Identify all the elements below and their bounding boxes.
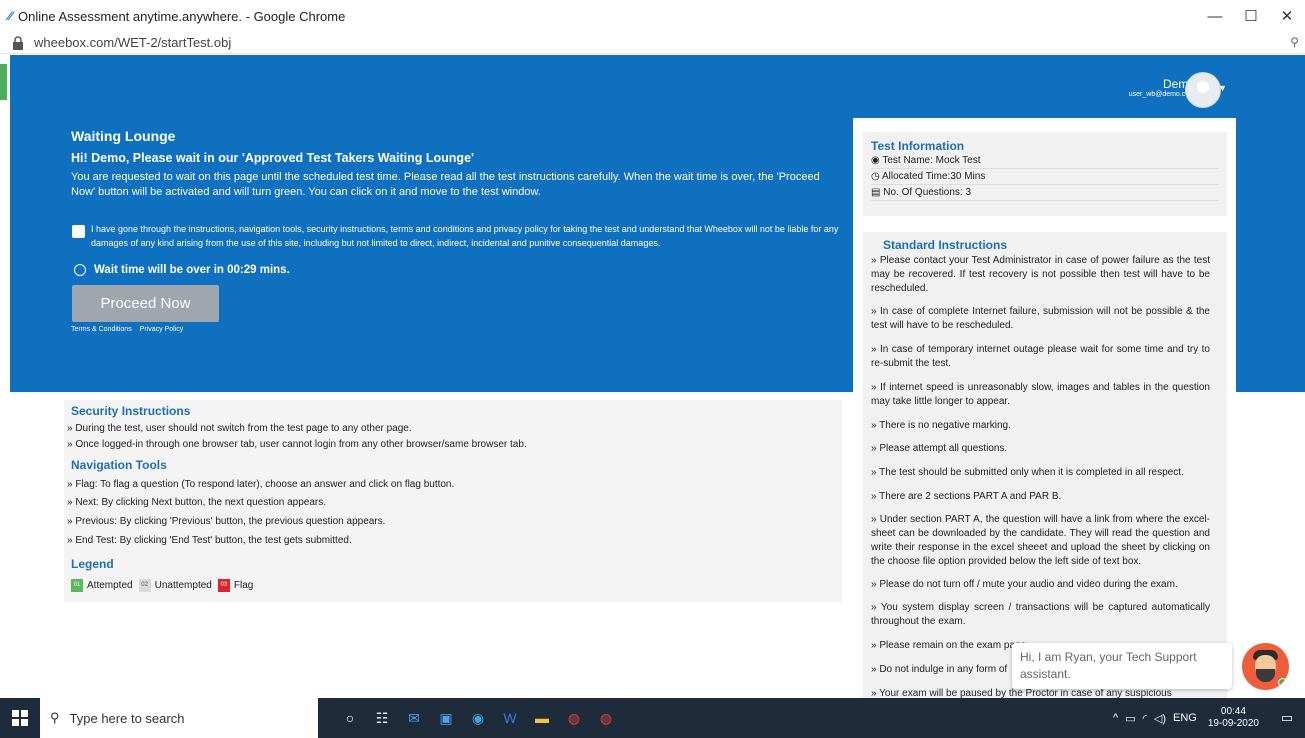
allocated-time: ◷ Allocated Time:30 Mins xyxy=(871,171,1219,185)
taskbar-apps: ○ ☷ ✉ ▣ ◉ W ▬ ◍ ◍ xyxy=(334,698,622,738)
clock-time: 00:44 xyxy=(1220,706,1246,717)
url-text[interactable]: wheebox.com/WET-2/startTest.obj xyxy=(34,35,231,50)
address-bar[interactable]: wheebox.com/WET-2/startTest.obj ⚲ xyxy=(0,32,1305,54)
minimize-button[interactable]: — xyxy=(1197,0,1233,32)
wifi-icon[interactable]: ◜ xyxy=(1143,712,1147,725)
window-title: Online Assessment anytime.anywhere. - Go… xyxy=(18,8,346,24)
instruction-item: » There is no negative marking. xyxy=(871,420,1011,431)
word-icon[interactable]: W xyxy=(494,698,526,738)
file-explorer-icon[interactable]: ▬ xyxy=(526,698,558,738)
clock-icon xyxy=(74,264,86,276)
document-icon: ▤ xyxy=(871,187,884,198)
navigation-item: » Next: By clicking Next button, the nex… xyxy=(67,497,327,508)
privacy-link[interactable]: Privacy Policy xyxy=(140,326,184,333)
taskbar-clock[interactable]: 00:44 19-09-2020 xyxy=(1208,706,1259,730)
legend-label: Attempted xyxy=(87,580,133,591)
search-icon: ⚲ xyxy=(50,710,60,725)
proceed-now-button[interactable]: Proceed Now xyxy=(72,285,219,322)
instruction-item: » You system display screen / transactio… xyxy=(871,602,1210,627)
notification-icon[interactable]: ▭ xyxy=(1269,710,1305,726)
taskbar-search[interactable]: ⚲ Type here to search xyxy=(40,698,318,738)
navigation-item: » End Test: By clicking 'End Test' butto… xyxy=(67,535,352,546)
store-icon[interactable]: ▣ xyxy=(430,698,462,738)
navigation-item: » Flag: To flag a question (To respond l… xyxy=(67,479,455,490)
chevron-up-icon[interactable]: ^ xyxy=(1113,712,1118,724)
test-name: ◉ Test Name: Mock Test xyxy=(871,155,1219,169)
security-item: » Once logged-in through one browser tab… xyxy=(67,439,527,450)
navigation-title: Navigation Tools xyxy=(71,458,167,472)
system-tray: ^ ▭ ◜ ◁) ENG 00:44 19-09-2020 ▭ xyxy=(1113,698,1305,738)
page-content: Demo user_wb@demo.com ▼ Waiting Lounge H… xyxy=(0,55,1305,698)
instructions-panel: Security Instructions » During the test,… xyxy=(64,400,842,602)
instruction-item: » Please contact your Test Administrator… xyxy=(871,255,1210,294)
wait-timer-text: Wait time will be over in 00:29 mins. xyxy=(94,264,290,276)
windows-start-icon[interactable] xyxy=(0,698,40,738)
wait-message: You are requested to wait on this page u… xyxy=(71,171,820,198)
chrome-icon[interactable]: ◍ xyxy=(558,698,590,738)
window-controls: — ☐ ✕ xyxy=(1197,0,1305,32)
standard-instructions-title: Standard Instructions xyxy=(883,238,1008,252)
search-placeholder: Type here to search xyxy=(69,710,185,726)
navigation-item: » Previous: By clicking 'Previous' butto… xyxy=(67,516,386,527)
zoom-icon[interactable]: ⚲ xyxy=(1290,35,1299,49)
language-indicator[interactable]: ENG xyxy=(1173,712,1197,724)
terms-link[interactable]: Terms & Conditions xyxy=(71,326,132,333)
instruction-item: » There are 2 sections PART A and PAR B. xyxy=(871,491,1062,502)
legend: 01 Attempted 02 Unattempted 03 Flag xyxy=(71,579,259,592)
legend-badge-unattempted: 02 xyxy=(138,579,151,592)
security-title: Security Instructions xyxy=(71,404,191,418)
support-bot-avatar[interactable] xyxy=(1242,643,1289,690)
agreement-checkbox[interactable] xyxy=(72,225,85,238)
chat-bubble[interactable]: Hi, I am Ryan, your Tech Support assista… xyxy=(1012,643,1232,689)
instruction-item: » In case of temporary internet outage p… xyxy=(871,344,1210,369)
instruction-item: » Under section PART A, the question wil… xyxy=(871,514,1210,567)
cortana-icon[interactable]: ○ xyxy=(334,698,366,738)
radio-icon: ◉ xyxy=(871,155,883,166)
side-indicator xyxy=(0,64,7,100)
window-titlebar: ⁄⁄ Online Assessment anytime.anywhere. -… xyxy=(0,0,1305,32)
legend-title: Legend xyxy=(71,557,114,571)
chevron-down-icon[interactable]: ▼ xyxy=(1218,83,1227,93)
mail-icon[interactable]: ✉ xyxy=(398,698,430,738)
page-title: Waiting Lounge xyxy=(71,128,176,144)
footer-links: Terms & Conditions Privacy Policy xyxy=(71,326,189,333)
question-count: ▤ No. Of Questions: 3 xyxy=(871,187,1219,201)
clock-icon: ◷ xyxy=(871,171,882,182)
legend-badge-flag: 03 xyxy=(217,579,230,592)
instruction-item: » If internet speed is unreasonably slow… xyxy=(871,382,1210,407)
online-status-icon xyxy=(1278,678,1287,687)
volume-icon[interactable]: ◁) xyxy=(1154,712,1166,725)
wait-timer: Wait time will be over in 00:29 mins. xyxy=(74,264,290,276)
instruction-item: » Please attempt all questions. xyxy=(871,443,1008,454)
legend-badge-attempted: 01 xyxy=(71,579,83,592)
bot-beard xyxy=(1256,669,1275,682)
maximize-button[interactable]: ☐ xyxy=(1233,0,1269,32)
app-logo-icon: ⁄⁄ xyxy=(8,9,13,23)
edge-icon[interactable]: ◉ xyxy=(462,698,494,738)
taskbar: ⚲ Type here to search ○ ☷ ✉ ▣ ◉ W ▬ ◍ ◍ … xyxy=(0,698,1305,738)
instruction-item: » In case of complete Internet failure, … xyxy=(871,306,1210,331)
standard-instructions-panel[interactable]: Standard Instructions » Please contact y… xyxy=(863,232,1227,698)
clock-date: 19-09-2020 xyxy=(1207,718,1259,729)
chrome-profile-icon[interactable]: ◍ xyxy=(590,698,622,738)
test-information-panel: Test Information ◉ Test Name: Mock Test … xyxy=(863,132,1227,216)
instruction-item: » Please do not turn off / mute your aud… xyxy=(871,579,1178,590)
battery-icon[interactable]: ▭ xyxy=(1125,712,1135,725)
test-info-title: Test Information xyxy=(871,139,965,153)
task-view-icon[interactable]: ☷ xyxy=(366,698,398,738)
avatar[interactable] xyxy=(1185,72,1221,108)
instruction-item: » The test should be submitted only when… xyxy=(871,467,1184,478)
security-item: » During the test, user should not switc… xyxy=(67,423,412,434)
legend-label: Unattempted xyxy=(154,580,212,591)
greeting-text: Hi! Demo, Please wait in our 'Approved T… xyxy=(71,151,474,165)
close-button[interactable]: ✕ xyxy=(1269,0,1305,32)
legend-label: Flag xyxy=(233,580,254,591)
lock-icon xyxy=(13,35,23,50)
right-sidebar: Test Information ◉ Test Name: Mock Test … xyxy=(853,118,1236,698)
agreement-text: I have gone through the instructions, na… xyxy=(91,224,839,248)
